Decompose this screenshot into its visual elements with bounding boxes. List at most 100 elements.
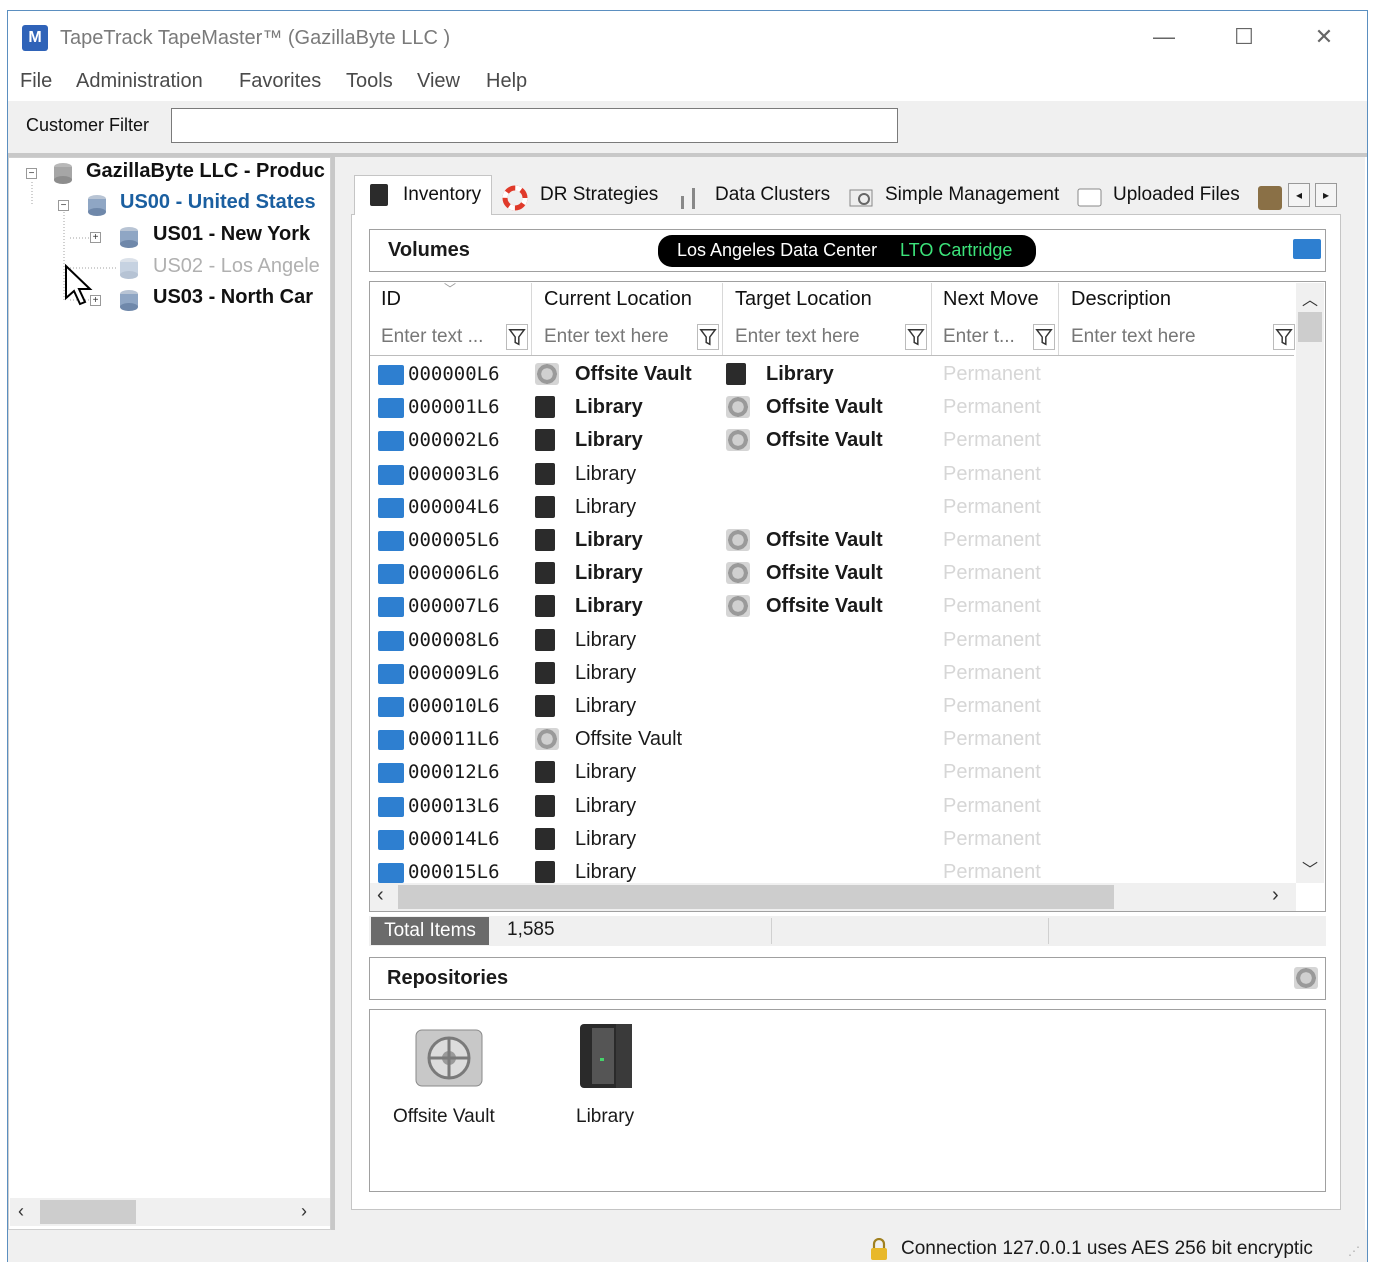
library-icon: [535, 794, 555, 817]
cell-target-location: Offsite Vault: [766, 562, 883, 585]
grid-vertical-scrollbar[interactable]: [1296, 283, 1324, 883]
column-divider[interactable]: [531, 283, 532, 355]
repo-offsite-vault-label[interactable]: Offsite Vault: [393, 1106, 495, 1128]
tab-dr-strategies[interactable]: DR Strategies: [540, 176, 658, 214]
scroll-down-arrow-icon[interactable]: ﹀: [1302, 856, 1318, 880]
vault-icon: [726, 562, 750, 585]
table-row[interactable]: 000000L6 Offsite Vault Library Permanent: [370, 358, 1294, 391]
column-header-current-location[interactable]: Current Location: [544, 288, 692, 311]
tree-item-us02[interactable]: US02 - Los Angele: [153, 255, 320, 283]
data-clusters-icon: [681, 188, 695, 209]
volume-icon: [378, 464, 404, 485]
menu-help[interactable]: Help: [486, 70, 527, 93]
menu-file[interactable]: File: [20, 70, 52, 93]
tree-collapse-us00[interactable]: −: [58, 200, 69, 211]
column-divider[interactable]: [722, 283, 723, 355]
scroll-left-arrow-icon[interactable]: ‹: [377, 884, 384, 907]
close-button[interactable]: ✕: [1304, 22, 1344, 52]
filter-funnel-icon[interactable]: [697, 324, 719, 350]
database-icon: [54, 163, 72, 184]
scroll-up-arrow-icon[interactable]: ︿: [1302, 286, 1318, 310]
table-row[interactable]: 000002L6 Library Offsite Vault Permanent: [370, 424, 1294, 457]
tab-simple-management[interactable]: Simple Management: [885, 176, 1059, 214]
tree-collapse-root[interactable]: −: [26, 168, 37, 179]
tab-scroll-left-button[interactable]: ◂: [1288, 183, 1310, 207]
tab-inventory[interactable]: Inventory: [403, 176, 481, 214]
table-row[interactable]: 000010L6 Library Permanent: [370, 690, 1294, 723]
menu-tools[interactable]: Tools: [346, 70, 393, 93]
tree-scroll-thumb[interactable]: [40, 1200, 136, 1224]
filter-funnel-icon[interactable]: [506, 324, 528, 350]
filter-description-input[interactable]: Enter text here: [1071, 326, 1196, 348]
table-row[interactable]: 000011L6 Offsite Vault Permanent: [370, 723, 1294, 756]
column-header-target-location[interactable]: Target Location: [735, 288, 872, 311]
next-tab-icon[interactable]: [1258, 186, 1282, 210]
tree-item-us03[interactable]: US03 - North Car: [153, 286, 313, 314]
cell-current-location: Library: [575, 396, 643, 419]
filter-target-location-input[interactable]: Enter text here: [735, 326, 860, 348]
scroll-right-arrow-icon[interactable]: ›: [1272, 884, 1279, 907]
tree-item-us00[interactable]: US00 - United States: [120, 191, 316, 219]
table-row[interactable]: 000013L6 Library Permanent: [370, 790, 1294, 823]
scroll-right-arrow-icon[interactable]: ›: [301, 1201, 307, 1222]
menu-view[interactable]: View: [417, 70, 460, 93]
library-icon: [535, 462, 555, 485]
scroll-left-arrow-icon[interactable]: ‹: [18, 1201, 24, 1222]
menu-administration[interactable]: Administration: [76, 70, 203, 93]
table-row[interactable]: 000015L6 Library Permanent: [370, 856, 1294, 883]
grid-vertical-thumb[interactable]: [1298, 312, 1322, 342]
tab-uploaded-files[interactable]: Uploaded Files: [1113, 176, 1240, 214]
column-header-description[interactable]: Description: [1071, 288, 1171, 311]
total-items-label: Total Items: [371, 917, 489, 945]
grid-horizontal-thumb[interactable]: [398, 885, 1114, 909]
volume-icon: [378, 431, 404, 452]
filter-current-location-input[interactable]: Enter text here: [544, 326, 669, 348]
column-divider[interactable]: [1058, 283, 1059, 355]
library-icon: [535, 495, 555, 518]
cell-id: 000008L6: [408, 628, 500, 651]
table-row[interactable]: 000005L6 Library Offsite Vault Permanent: [370, 524, 1294, 557]
cell-next-move: Permanent: [943, 595, 1041, 618]
cell-id: 000009L6: [408, 661, 500, 684]
tab-data-clusters[interactable]: Data Clusters: [715, 176, 830, 214]
cell-current-location: Library: [575, 595, 643, 618]
column-divider[interactable]: [931, 283, 932, 355]
customer-filter-input[interactable]: [171, 108, 898, 143]
repo-offsite-vault-icon[interactable]: [406, 1020, 490, 1092]
repo-library-icon[interactable]: [576, 1018, 640, 1094]
table-row[interactable]: 000001L6 Library Offsite Vault Permanent: [370, 391, 1294, 424]
table-row[interactable]: 000012L6 Library Permanent: [370, 756, 1294, 789]
table-row[interactable]: 000006L6 Library Offsite Vault Permanent: [370, 557, 1294, 590]
filter-id-input[interactable]: Enter text ...: [381, 326, 483, 348]
cell-next-move: Permanent: [943, 429, 1041, 452]
cell-id: 000007L6: [408, 595, 500, 618]
table-row[interactable]: 000004L6 Library Permanent: [370, 491, 1294, 524]
table-row[interactable]: 000008L6 Library Permanent: [370, 624, 1294, 657]
filter-funnel-icon[interactable]: [1273, 324, 1295, 350]
filter-funnel-icon[interactable]: [905, 324, 927, 350]
mouse-cursor-icon: [65, 264, 93, 306]
repositories-title: Repositories: [387, 967, 509, 989]
table-row[interactable]: 000009L6 Library Permanent: [370, 657, 1294, 690]
table-row[interactable]: 000003L6 Library Permanent: [370, 458, 1294, 491]
volume-icon: [378, 796, 404, 817]
table-row[interactable]: 000007L6 Library Offsite Vault Permanent: [370, 590, 1294, 623]
table-row[interactable]: 000014L6 Library Permanent: [370, 823, 1294, 856]
library-icon: [535, 661, 555, 684]
tree-item-root[interactable]: GazillaByte LLC - Produc: [86, 160, 325, 188]
tree-expand-us01[interactable]: +: [90, 232, 101, 243]
minimize-button[interactable]: —: [1144, 22, 1184, 52]
filter-next-move-input[interactable]: Enter t...: [943, 326, 1015, 348]
column-header-id[interactable]: ID: [381, 288, 401, 311]
maximize-button[interactable]: ☐: [1224, 22, 1264, 52]
menu-favorites[interactable]: Favorites: [239, 70, 321, 93]
repo-library-label[interactable]: Library: [576, 1106, 634, 1128]
resize-grip-icon[interactable]: ⋰: [1348, 1244, 1360, 1258]
cell-id: 000014L6: [408, 827, 500, 850]
library-icon: [535, 861, 555, 883]
tab-scroll-right-button[interactable]: ▸: [1315, 183, 1337, 207]
column-header-next-move[interactable]: Next Move: [943, 288, 1039, 311]
filter-funnel-icon[interactable]: [1033, 324, 1055, 350]
tree-item-us01[interactable]: US01 - New York: [153, 223, 310, 251]
vault-icon: [726, 595, 750, 618]
